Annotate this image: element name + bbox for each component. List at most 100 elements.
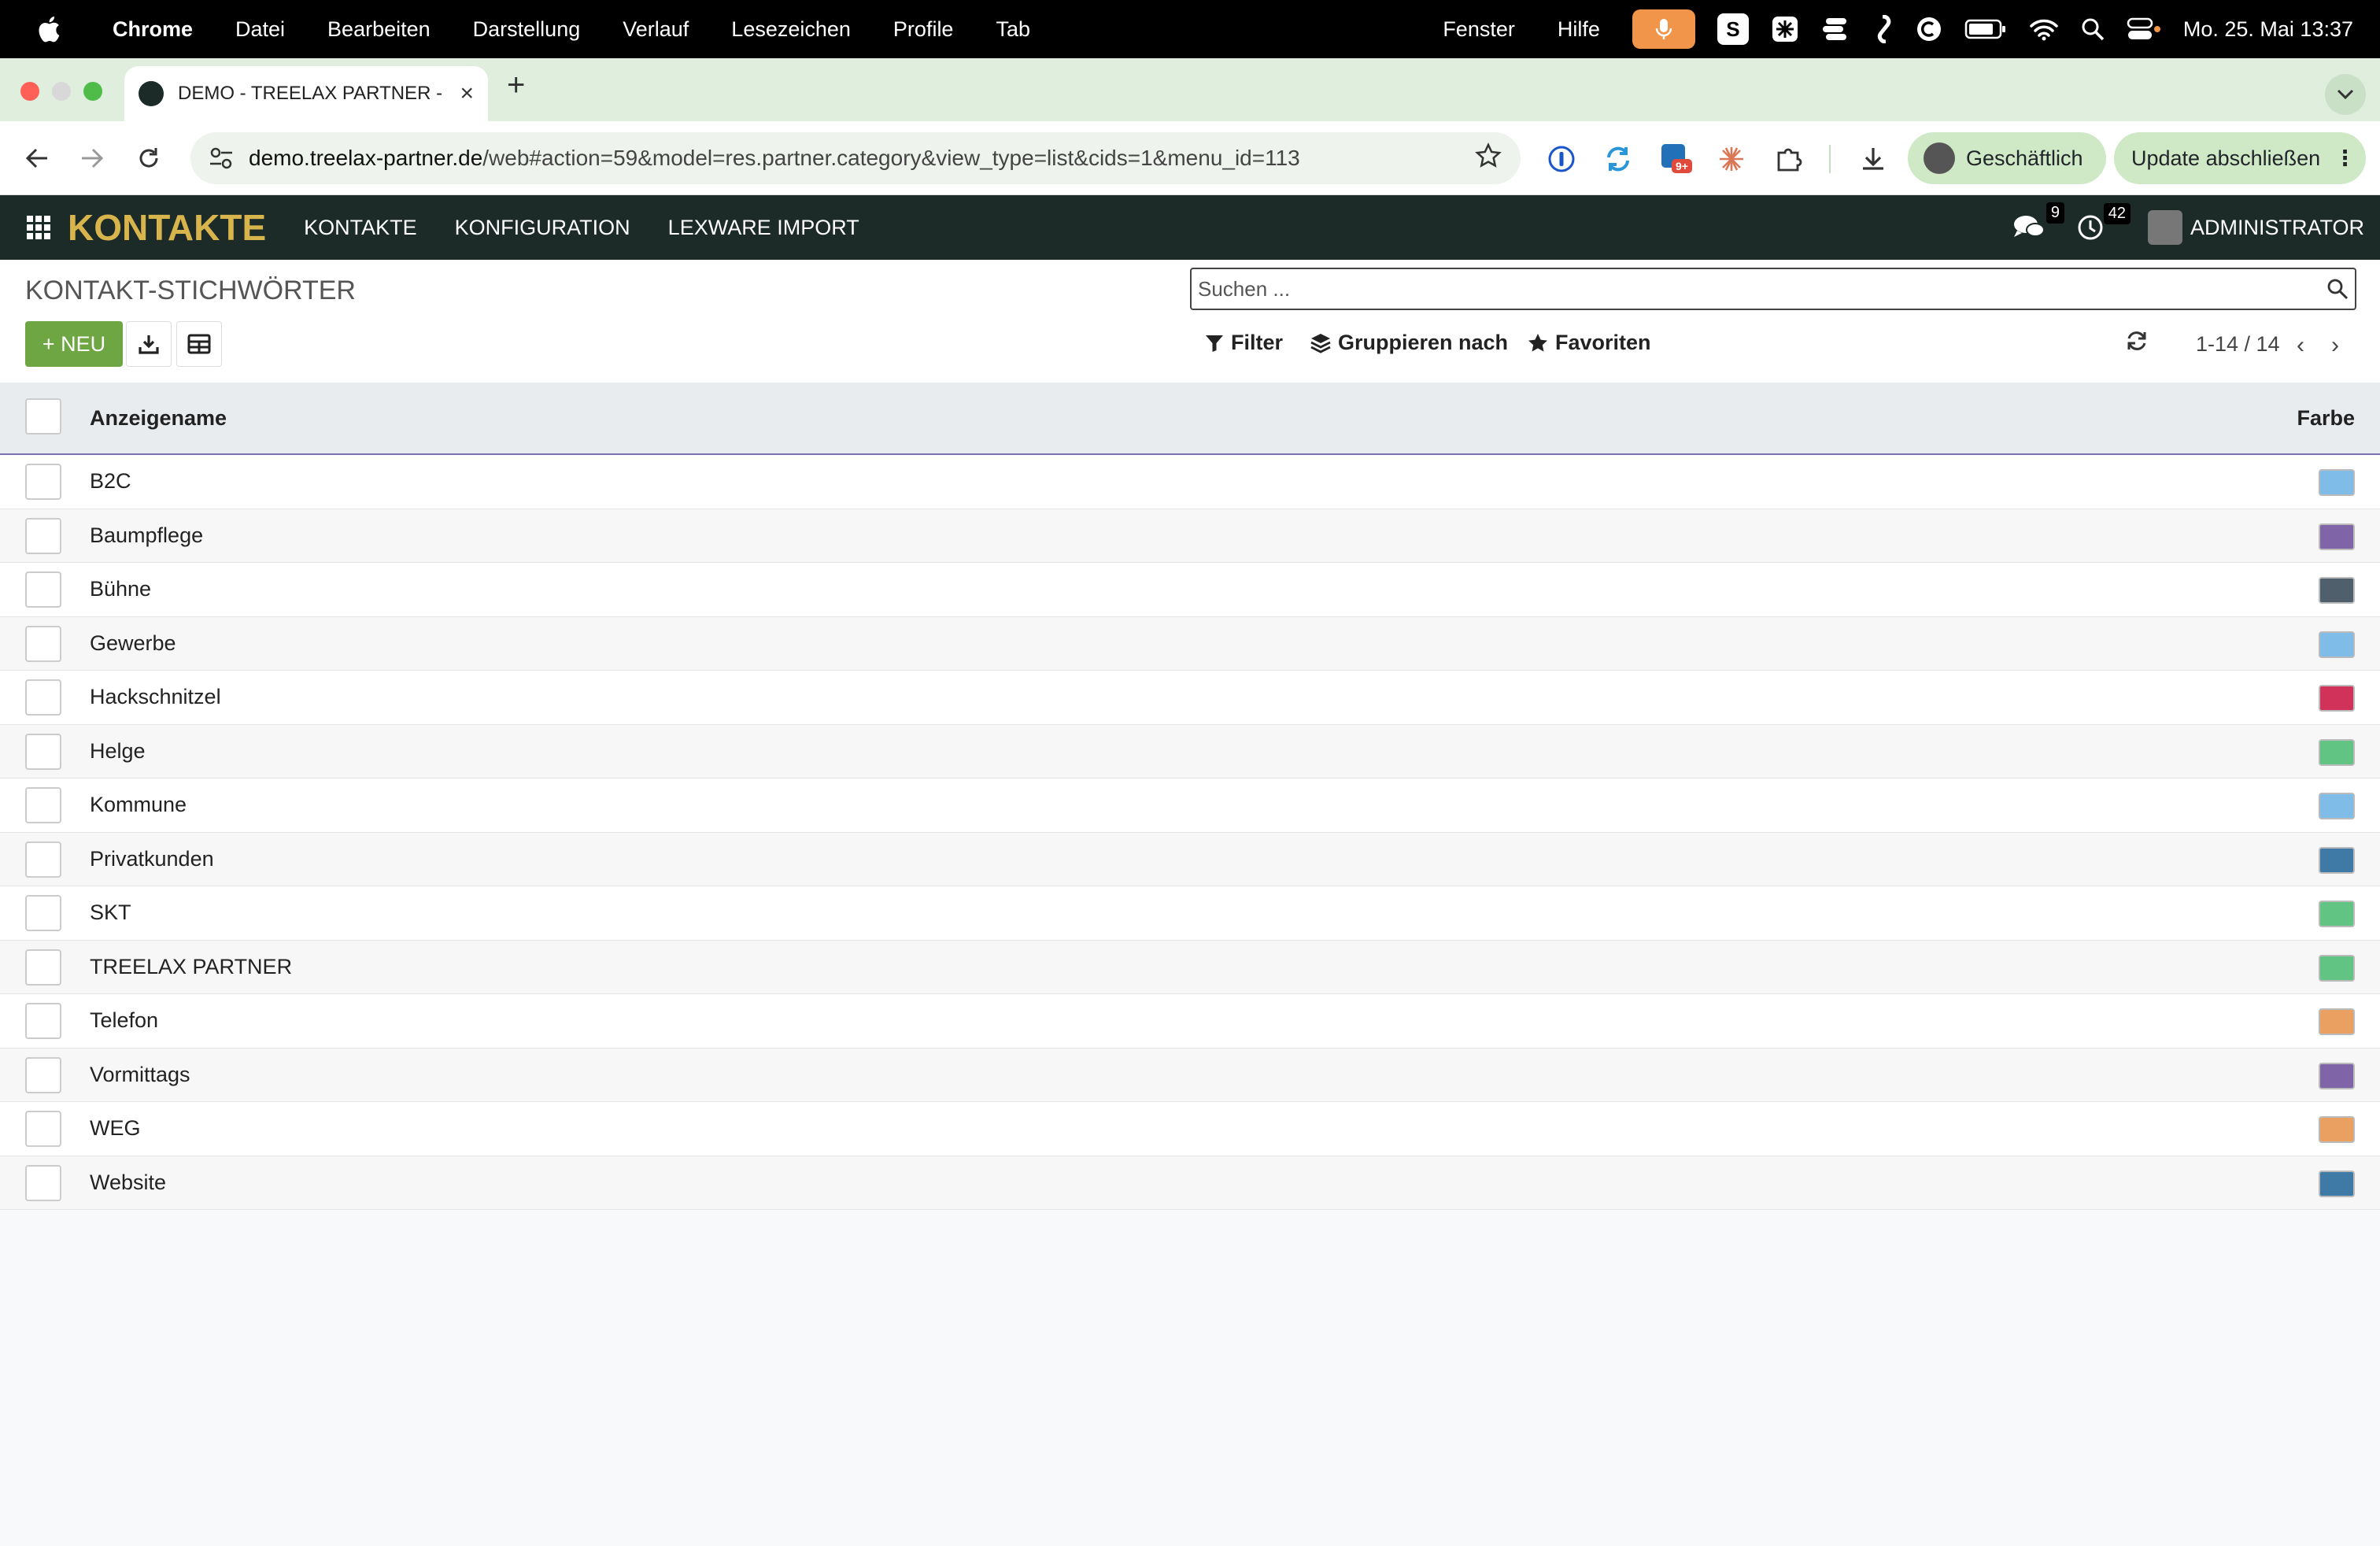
group-by-toggle[interactable]: Gruppieren nach	[1310, 331, 1508, 355]
row-color-swatch[interactable]	[2319, 685, 2355, 712]
row-color-swatch[interactable]	[2319, 1170, 2355, 1197]
spotlight-search-icon[interactable]	[2081, 17, 2105, 41]
row-color-swatch[interactable]	[2319, 1062, 2355, 1089]
downloads-icon[interactable]	[1856, 142, 1890, 176]
row-color-swatch[interactable]	[2319, 1008, 2355, 1035]
address-url[interactable]: demo.treelax-partner.de/web#action=59&mo…	[249, 146, 1475, 171]
table-row[interactable]: Vormittags	[0, 1048, 2380, 1102]
menubar-clock[interactable]: Mo. 25. Mai 13:37	[2183, 17, 2353, 42]
nav-menu-kontakte[interactable]: KONTAKTE	[304, 216, 417, 240]
stack-icon[interactable]	[1821, 17, 1850, 42]
table-row[interactable]: TREELAX PARTNER	[0, 940, 2380, 994]
row-color-swatch[interactable]	[2319, 577, 2355, 604]
table-row[interactable]: Hackschnitzel	[0, 671, 2380, 725]
column-header-color[interactable]: Farbe	[2297, 406, 2355, 431]
refresh-icon[interactable]	[2125, 329, 2149, 357]
table-row[interactable]: WEG	[0, 1102, 2380, 1156]
nav-menu-lexware-import[interactable]: LEXWARE IMPORT	[668, 216, 859, 240]
wifi-icon[interactable]	[2029, 17, 2059, 41]
table-row[interactable]: Bühne	[0, 563, 2380, 617]
new-tab-button[interactable]: +	[507, 68, 525, 103]
row-checkbox[interactable]	[25, 787, 61, 823]
extensions-puzzle-icon[interactable]	[1771, 142, 1805, 176]
table-row[interactable]: Kommune	[0, 779, 2380, 833]
tab-search-chevron-icon[interactable]	[2325, 74, 2366, 115]
activity-notifications[interactable]: 42	[2077, 203, 2131, 241]
table-row[interactable]: B2C	[0, 455, 2380, 509]
select-all-checkbox[interactable]	[25, 398, 61, 435]
pager-previous-button[interactable]: ‹	[2297, 332, 2304, 359]
profile-button[interactable]: Geschäftlich	[1908, 132, 2106, 184]
chat-notifications[interactable]: 9	[2012, 202, 2064, 242]
tool-icon[interactable]	[1872, 15, 1894, 43]
c-circle-icon[interactable]	[1916, 16, 1942, 43]
table-row[interactable]: Baumpflege	[0, 509, 2380, 563]
menu-bearbeiten[interactable]: Bearbeiten	[327, 17, 431, 42]
row-color-swatch[interactable]	[2319, 523, 2355, 550]
row-checkbox[interactable]	[25, 517, 61, 554]
user-menu[interactable]: ADMINISTRATOR	[2147, 210, 2364, 245]
more-menu-icon[interactable]: ⋮	[2334, 146, 2356, 171]
nav-menu-konfiguration[interactable]: KONFIGURATION	[455, 216, 630, 240]
row-color-swatch[interactable]	[2319, 738, 2355, 766]
address-bar[interactable]: demo.treelax-partner.de/web#action=59&mo…	[190, 132, 1521, 184]
export-download-button[interactable]	[126, 321, 172, 367]
row-checkbox[interactable]	[25, 464, 61, 500]
reload-icon[interactable]	[131, 140, 167, 176]
s-app-icon[interactable]: S	[1717, 13, 1749, 45]
row-checkbox[interactable]	[25, 1003, 61, 1039]
menu-datei[interactable]: Datei	[235, 17, 285, 42]
app-brand[interactable]: KONTAKTE	[68, 206, 266, 249]
battery-icon[interactable]	[1964, 18, 2007, 40]
row-color-swatch[interactable]	[2319, 793, 2355, 819]
forward-arrow-icon[interactable]	[74, 140, 110, 176]
bookmark-star-icon[interactable]	[1475, 142, 1502, 175]
row-checkbox[interactable]	[25, 1056, 61, 1093]
window-close-button[interactable]	[20, 82, 39, 101]
row-color-swatch[interactable]	[2319, 1116, 2355, 1143]
perplexity-icon[interactable]	[1771, 15, 1799, 43]
claude-icon[interactable]	[1714, 142, 1749, 176]
favorites-toggle[interactable]: Favoriten	[1527, 331, 1651, 355]
menu-fenster[interactable]: Fenster	[1443, 17, 1515, 42]
tab-close-icon[interactable]: ×	[460, 80, 474, 107]
menu-app-chrome[interactable]: Chrome	[113, 17, 193, 42]
table-row[interactable]: Website	[0, 1156, 2380, 1210]
row-checkbox[interactable]	[25, 1164, 61, 1201]
window-minimize-button[interactable]	[52, 82, 71, 101]
search-input[interactable]	[1198, 276, 2326, 301]
menu-profile[interactable]: Profile	[893, 17, 954, 42]
back-arrow-icon[interactable]	[19, 140, 55, 176]
column-header-name[interactable]: Anzeigename	[90, 406, 227, 431]
row-checkbox[interactable]	[25, 949, 61, 986]
pager-next-button[interactable]: ›	[2331, 332, 2339, 359]
calendar-extension-icon[interactable]: 9+	[1659, 142, 1694, 176]
menu-hilfe[interactable]: Hilfe	[1558, 17, 1600, 42]
row-checkbox[interactable]	[25, 1111, 61, 1147]
search-box[interactable]	[1190, 268, 2356, 310]
menu-tab[interactable]: Tab	[996, 17, 1030, 42]
row-checkbox[interactable]	[25, 571, 61, 608]
row-checkbox[interactable]	[25, 895, 61, 931]
table-row[interactable]: Privatkunden	[0, 832, 2380, 886]
table-view-button[interactable]	[176, 321, 222, 367]
row-color-swatch[interactable]	[2319, 631, 2355, 658]
apple-icon[interactable]	[35, 13, 66, 45]
sync-icon[interactable]	[1601, 142, 1635, 176]
row-color-swatch[interactable]	[2319, 901, 2355, 927]
row-checkbox[interactable]	[25, 841, 61, 878]
table-row[interactable]: SKT	[0, 886, 2380, 941]
row-color-swatch[interactable]	[2319, 846, 2355, 874]
app-switcher-grid-icon[interactable]	[27, 216, 50, 239]
row-checkbox[interactable]	[25, 625, 61, 662]
microphone-icon[interactable]	[1632, 9, 1695, 49]
update-button[interactable]: Update abschließen ⋮	[2114, 132, 2366, 184]
row-checkbox[interactable]	[25, 733, 61, 770]
site-settings-icon[interactable]	[208, 145, 235, 177]
search-icon[interactable]	[2326, 278, 2349, 300]
browser-tab-active[interactable]: DEMO - TREELAX PARTNER - ×	[124, 66, 488, 121]
table-row[interactable]: Gewerbe	[0, 616, 2380, 671]
new-record-button[interactable]: + NEU	[25, 321, 123, 367]
row-color-swatch[interactable]	[2319, 954, 2355, 982]
control-center-icon[interactable]	[2127, 17, 2161, 41]
